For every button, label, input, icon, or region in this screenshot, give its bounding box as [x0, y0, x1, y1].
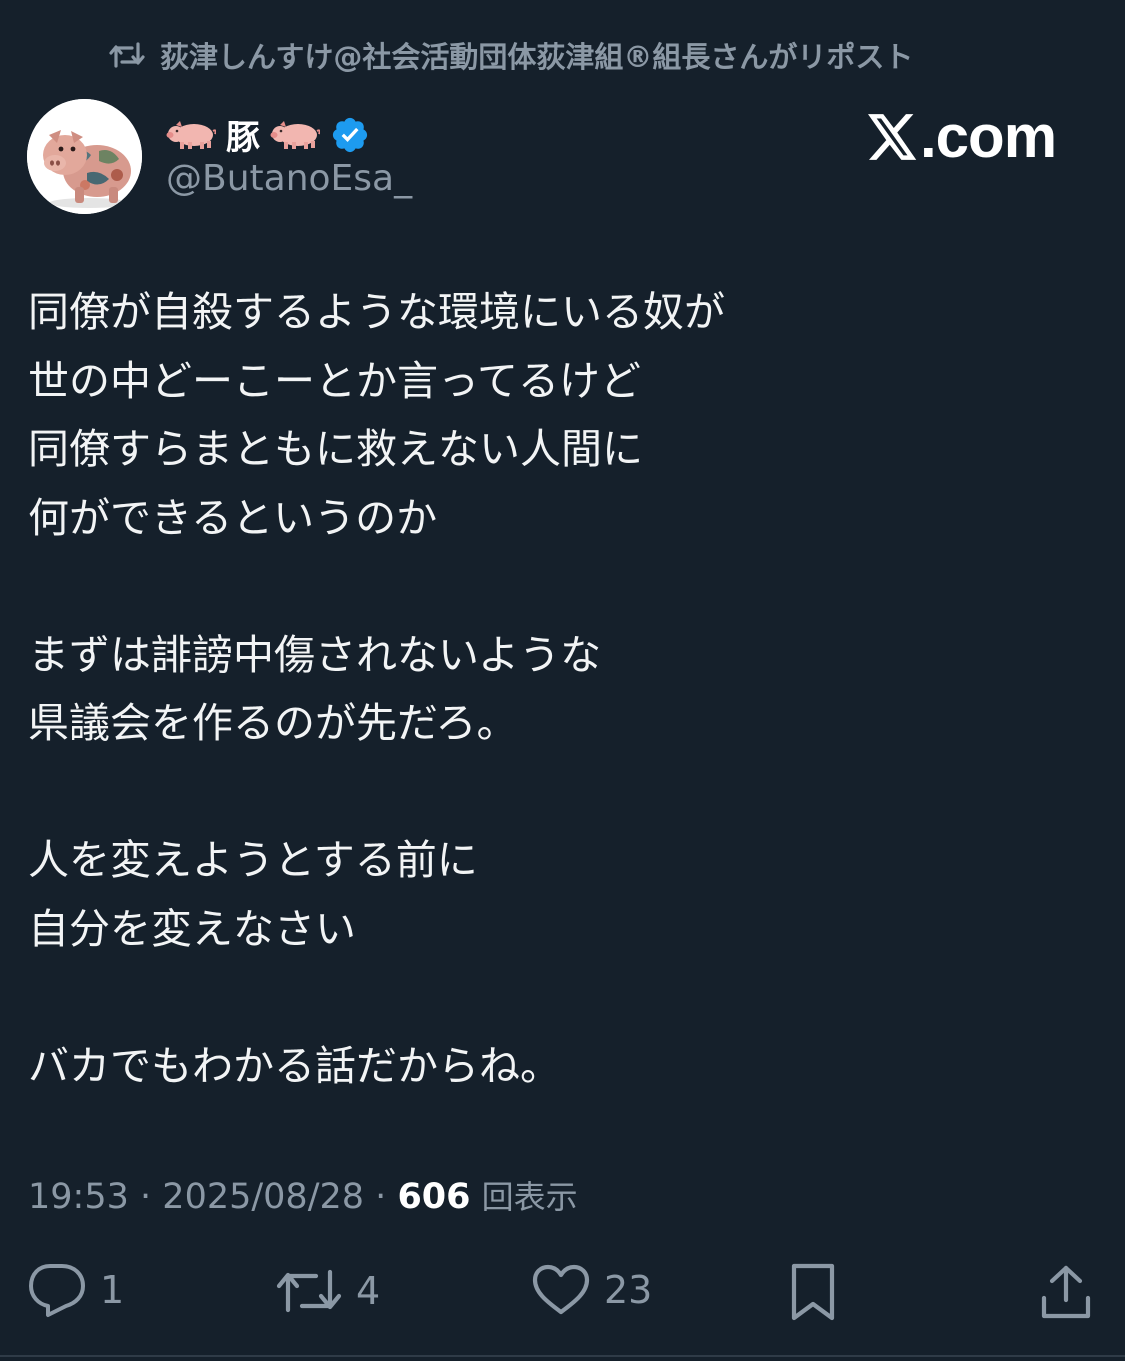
watermark-text: .com: [920, 103, 1057, 170]
tweet-line: 県議会を作るのが先だろ。: [28, 699, 518, 747]
meta-separator: ·: [375, 1177, 387, 1217]
repost-indicator[interactable]: 荻津しんすけ@社会活動団体荻津組®組長さんがリポスト: [108, 34, 913, 76]
author-display-name: 豚: [226, 118, 260, 158]
like-count: 23: [604, 1268, 653, 1312]
tweet-date[interactable]: 2025/08/28: [162, 1177, 364, 1217]
pig-emoji-icon: [166, 118, 216, 152]
x-logo-icon: [868, 113, 920, 160]
share-icon: [1040, 1264, 1092, 1320]
author-name-row[interactable]: 豚: [166, 110, 370, 159]
tweet-line: 何ができるというのか: [28, 493, 438, 542]
tweet-line: [28, 758, 1088, 827]
repost-icon: [108, 40, 146, 70]
tweet-line: バカでもわかる話だからね。: [28, 1041, 561, 1090]
bookmark-icon: [790, 1262, 836, 1322]
tweet-line: 同僚すらまともに救えない人間に: [28, 425, 643, 473]
action-bar: 1 4 23: [0, 1258, 1125, 1328]
avatar[interactable]: [27, 99, 142, 214]
tweet-line: 同僚が自殺するような環境にいる奴が: [28, 288, 725, 336]
reply-icon: [28, 1262, 86, 1318]
tweet-meta: 19:53 · 2025/08/28 · 606 回表示: [28, 1172, 578, 1218]
views-label: 回表示: [481, 1178, 578, 1216]
meta-separator: ·: [140, 1177, 152, 1217]
tweet-line: まずは誹謗中傷されないような: [28, 630, 602, 679]
tweet-line: [28, 963, 1088, 1032]
repost-button[interactable]: 4: [276, 1266, 380, 1316]
repost-icon: [276, 1266, 342, 1316]
pig-emoji-icon: [270, 118, 320, 152]
tweet-line: 自分を変えなさい: [28, 904, 356, 953]
x-com-watermark: .com: [868, 102, 1057, 171]
divider: [0, 1355, 1125, 1357]
tweet-time[interactable]: 19:53: [28, 1177, 129, 1217]
like-button[interactable]: 23: [532, 1264, 652, 1316]
tweet-line: [28, 552, 1088, 621]
tweet-line: 人を変えようとする前に: [28, 836, 478, 884]
views-count: 606: [397, 1177, 471, 1217]
tweet-line: 世の中どーこーとか言ってるけど: [28, 356, 641, 405]
author-handle[interactable]: @ButanoEsa_: [166, 158, 412, 199]
verified-badge-icon: [330, 115, 370, 155]
repost-indicator-text: 荻津しんすけ@社会活動団体荻津組®組長さんがリポスト: [160, 40, 914, 74]
heart-icon: [532, 1264, 590, 1316]
reply-count: 1: [100, 1268, 125, 1312]
repost-count: 4: [356, 1269, 381, 1313]
reply-button[interactable]: 1: [28, 1262, 124, 1318]
tweet-text: 同僚が自殺するような環境にいる奴が 世の中どーこーとか言ってるけど 同僚すらまと…: [28, 278, 1088, 1100]
bookmark-button[interactable]: [790, 1262, 836, 1322]
share-button[interactable]: [1040, 1264, 1092, 1320]
